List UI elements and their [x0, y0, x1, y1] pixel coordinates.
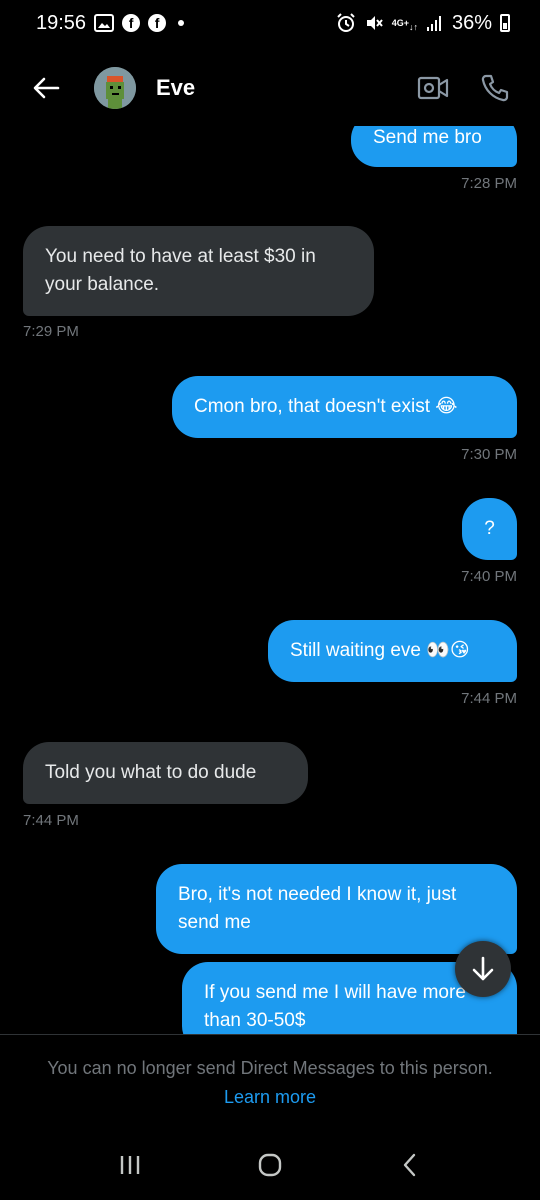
- dot-icon: [178, 20, 185, 26]
- clock: 19:56: [36, 11, 87, 34]
- outgoing-message[interactable]: Still waiting eve 👀😘: [268, 620, 517, 682]
- video-call-icon: [417, 76, 449, 100]
- system-nav-bar: [0, 1130, 540, 1200]
- message-text: If you send me I will have more than 30-…: [204, 982, 466, 1031]
- phone-icon: [481, 74, 509, 102]
- phone-call-button[interactable]: [478, 71, 512, 105]
- back-button[interactable]: [28, 70, 64, 106]
- facebook-icon: f: [148, 14, 167, 32]
- home-icon: [258, 1153, 282, 1177]
- incoming-message[interactable]: You need to have at least $30 in your ba…: [23, 226, 374, 316]
- composer-divider: [0, 1034, 540, 1035]
- outgoing-message[interactable]: ?: [462, 498, 517, 560]
- avatar[interactable]: [94, 67, 136, 109]
- message-text: Bro, it's not needed I know it, just sen…: [178, 884, 457, 933]
- nav-back-button[interactable]: [385, 1140, 435, 1190]
- message-text: Cmon bro, that doesn't exist: [194, 396, 430, 418]
- recent-apps-button[interactable]: [105, 1140, 155, 1190]
- mute-icon: [364, 13, 384, 33]
- contact-name[interactable]: Eve: [156, 75, 195, 101]
- arrow-left-icon: [33, 77, 60, 99]
- status-bar-left: 19:56 f f: [36, 11, 185, 35]
- arrow-down-icon: [472, 956, 494, 981]
- signal-icon: [426, 14, 444, 32]
- message-timestamp: 7:40 PM: [461, 568, 517, 585]
- dm-disabled-notice: You can no longer send Direct Messages t…: [40, 1054, 500, 1112]
- network-icon: 4G+ ↓↑: [391, 17, 418, 32]
- scroll-to-bottom-button[interactable]: [455, 941, 511, 997]
- incoming-message[interactable]: Told you what to do dude: [23, 742, 308, 804]
- message-timestamp: 7:29 PM: [23, 323, 79, 340]
- laughing-emoji-icon: 😂: [435, 396, 458, 417]
- message-timestamp: 7:28 PM: [461, 175, 517, 192]
- message-timestamp: 7:30 PM: [461, 446, 517, 463]
- recent-apps-icon: [120, 1156, 140, 1174]
- video-call-button[interactable]: [416, 71, 450, 105]
- battery-percent: 36%: [451, 11, 492, 34]
- notice-text: You can no longer send Direct Messages t…: [47, 1058, 493, 1078]
- gallery-icon: [94, 14, 115, 32]
- message-text: ?: [484, 518, 495, 539]
- message-text: You need to have at least $30 in your ba…: [45, 246, 316, 295]
- learn-more-link[interactable]: Learn more: [224, 1087, 316, 1107]
- message-text: Still waiting eve: [290, 640, 421, 662]
- message-timestamp: 7:44 PM: [23, 812, 79, 829]
- network-label: 4G+: [391, 17, 409, 28]
- status-bar-right: 4G+ ↓↑ 36%: [336, 12, 510, 35]
- pixel-avatar-icon: [94, 67, 136, 109]
- battery-icon: [500, 14, 510, 32]
- back-icon: [403, 1153, 416, 1177]
- message-timestamp: 7:44 PM: [461, 690, 517, 707]
- eyes-kiss-emoji-icon: 👀😘: [426, 640, 470, 661]
- status-bar: 19:56 f f 4G+ ↓↑ 36%: [0, 0, 540, 46]
- outgoing-message[interactable]: Bro, it's not needed I know it, just sen…: [156, 864, 517, 954]
- conversation-header: Eve: [0, 50, 540, 126]
- message-text: Told you what to do dude: [45, 762, 257, 783]
- outgoing-message[interactable]: Cmon bro, that doesn't exist 😂: [172, 376, 517, 438]
- header-actions: [416, 71, 512, 105]
- alarm-icon: [336, 13, 356, 33]
- message-text: Send me bro: [373, 127, 482, 148]
- facebook-icon: f: [122, 14, 141, 32]
- message-thread[interactable]: Send me bro 7:28 PM You need to have at …: [0, 126, 540, 1034]
- home-button[interactable]: [245, 1140, 295, 1190]
- outgoing-message[interactable]: Send me bro: [351, 126, 517, 167]
